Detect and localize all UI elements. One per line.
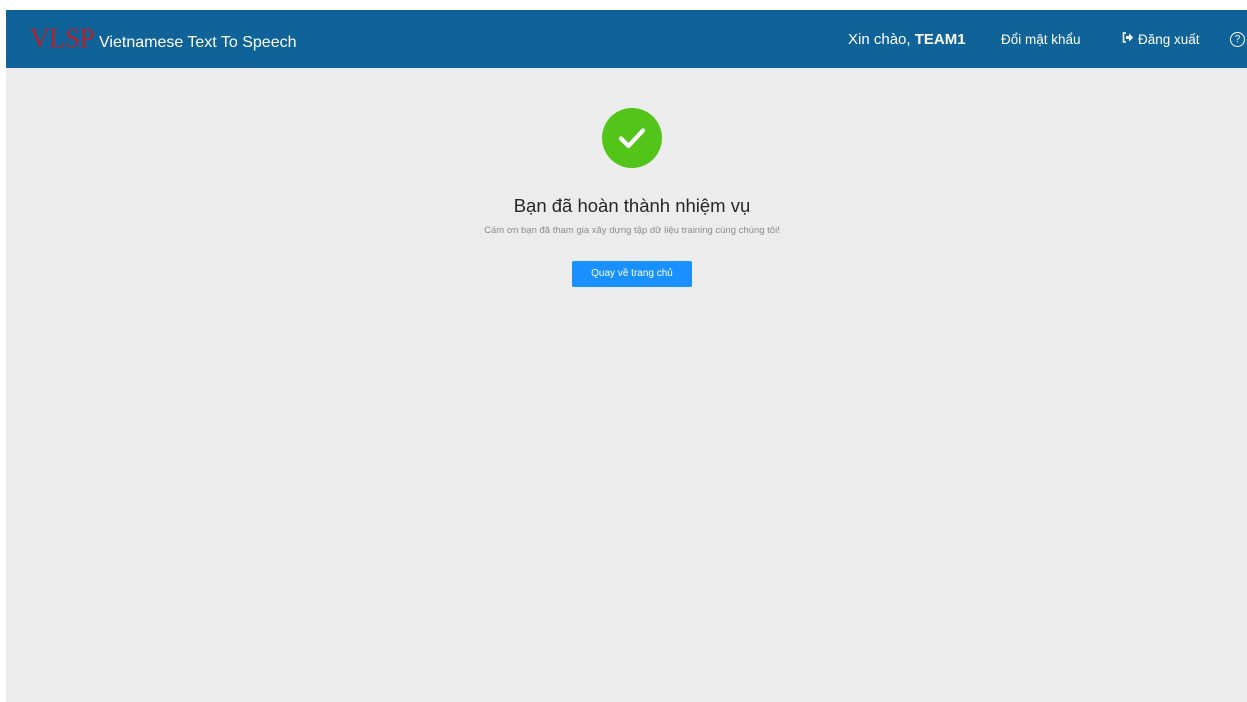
brand[interactable]: VLSP Vietnamese Text To Speech <box>30 25 297 52</box>
logout-link[interactable]: Đăng xuất <box>1122 10 1200 68</box>
app-title: Vietnamese Text To Speech <box>99 34 297 51</box>
greeting-prefix: Xin chào, <box>848 30 911 48</box>
vlsp-logo: VLSP <box>30 23 95 53</box>
username: TEAM1 <box>914 30 966 48</box>
top-navbar: VLSP Vietnamese Text To Speech Xin chào,… <box>6 10 1247 68</box>
help-button[interactable]: ? <box>1230 10 1245 68</box>
result-subtitle: Cám ơn bạn đã tham gia xây dựng tập dữ l… <box>484 225 780 236</box>
check-circle-icon <box>602 108 662 168</box>
change-password-label: Đổi mật khẩu <box>1001 31 1081 47</box>
greeting: Xin chào, TEAM1 <box>848 10 966 68</box>
back-to-home-button[interactable]: Quay về trang chủ <box>572 261 692 287</box>
logout-icon <box>1122 32 1134 46</box>
help-icon: ? <box>1230 31 1245 47</box>
logout-label: Đăng xuất <box>1138 31 1200 47</box>
app-window: VLSP Vietnamese Text To Speech Xin chào,… <box>6 10 1247 702</box>
result-title: Bạn đã hoàn thành nhiệm vụ <box>513 195 751 216</box>
change-password-link[interactable]: Đổi mật khẩu <box>1001 10 1081 68</box>
